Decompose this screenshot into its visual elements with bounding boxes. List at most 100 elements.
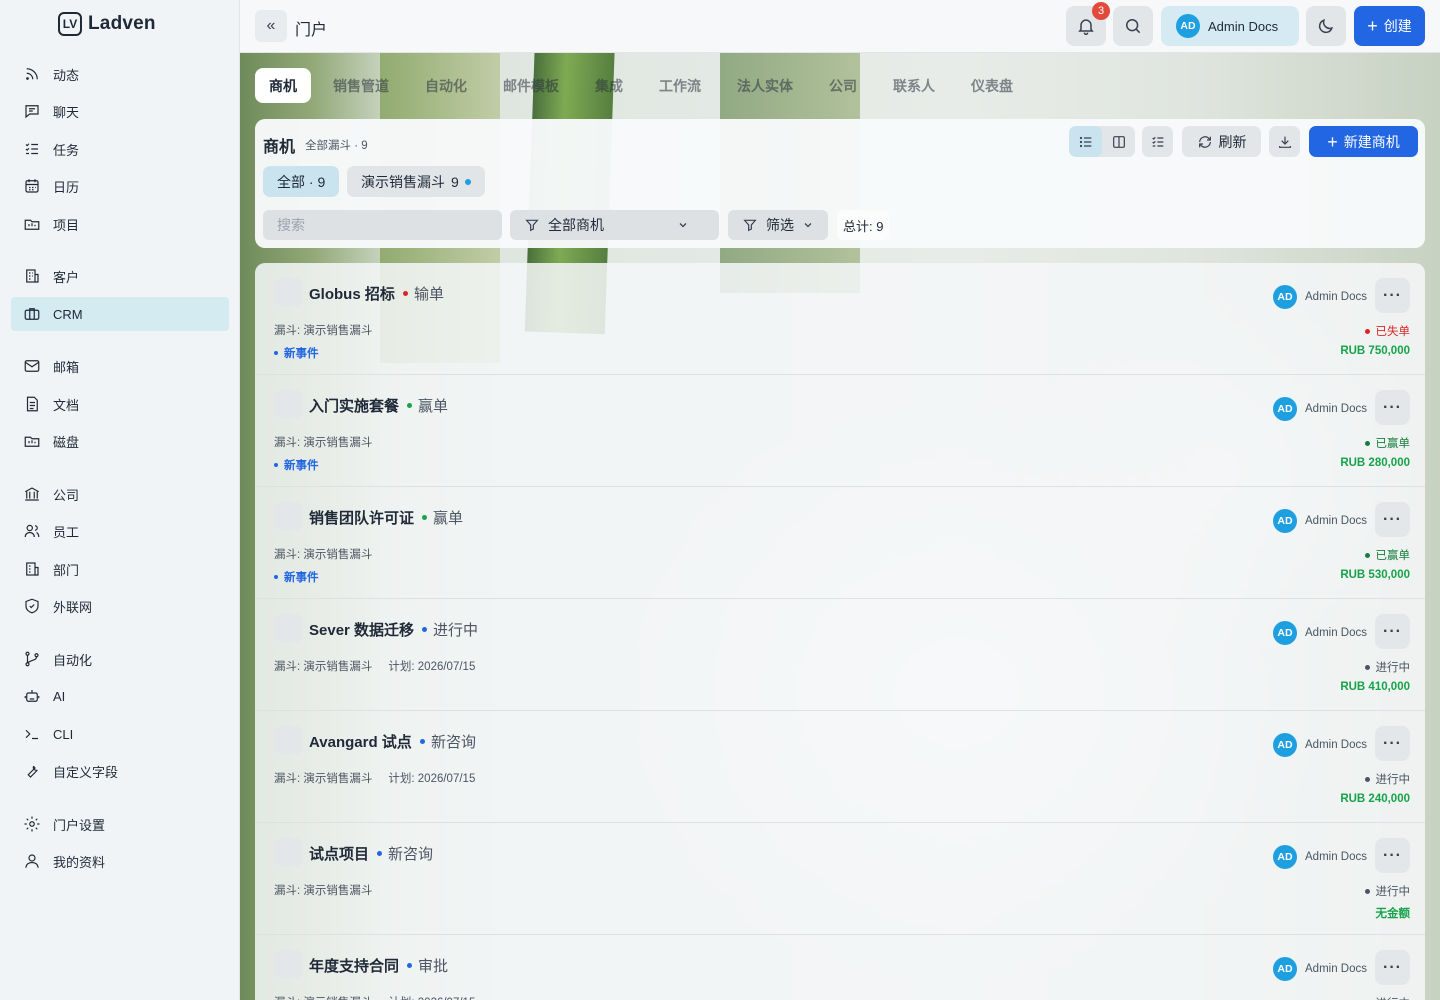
- deal-owner[interactable]: AD Admin Docs: [1273, 509, 1367, 533]
- tab-4[interactable]: 集成: [581, 68, 637, 103]
- deal-more-button[interactable]: ···: [1375, 502, 1410, 537]
- deal-owner[interactable]: AD Admin Docs: [1273, 621, 1367, 645]
- sidebar-item-label: 日历: [53, 179, 80, 195]
- tab-3[interactable]: 邮件模板: [489, 68, 573, 103]
- logo-mark-icon: LV: [58, 12, 82, 36]
- sidebar-item-7[interactable]: 邮箱: [11, 349, 229, 383]
- sidebar-item-19[interactable]: 我的资料: [11, 844, 229, 878]
- stage-dot-icon: [407, 403, 412, 408]
- sidebar-item-0[interactable]: 动态: [11, 57, 229, 91]
- new-deal-button[interactable]: + 新建商机: [1309, 126, 1418, 157]
- list-view-button[interactable]: [1069, 126, 1102, 157]
- tab-5[interactable]: 工作流: [645, 68, 715, 103]
- sidebar-item-14[interactable]: 自动化: [11, 642, 229, 676]
- deal-more-button[interactable]: ···: [1375, 726, 1410, 761]
- tab-2[interactable]: 自动化: [411, 68, 481, 103]
- deal-owner[interactable]: AD Admin Docs: [1273, 733, 1367, 757]
- notifications-button[interactable]: 3: [1066, 2, 1110, 46]
- sidebar-item-6[interactable]: CRM: [11, 297, 229, 331]
- sidebar-item-2[interactable]: 任务: [11, 132, 229, 166]
- filter-button[interactable]: 筛选: [728, 210, 828, 240]
- deal-stage: 输单: [403, 283, 444, 304]
- theme-toggle-button[interactable]: [1306, 6, 1346, 46]
- deal-row[interactable]: 销售团队许可证 赢单 漏斗: 演示销售漏斗 新事件 AD Admin Docs ··· 已赢单…: [255, 487, 1425, 599]
- deal-owner-name: Admin Docs: [1305, 403, 1367, 415]
- sidebar-item-3[interactable]: 日历: [11, 169, 229, 203]
- user-menu-button[interactable]: AD Admin Docs: [1161, 6, 1299, 46]
- deal-event-label: 新事件: [284, 348, 319, 360]
- refresh-button[interactable]: 刷新: [1182, 126, 1261, 157]
- deal-owner[interactable]: AD Admin Docs: [1273, 397, 1367, 421]
- filter-chip-funnel[interactable]: 演示销售漏斗 9: [347, 166, 485, 197]
- deal-funnel: 漏斗: 演示销售漏斗: [274, 661, 373, 673]
- deal-scope-select[interactable]: 全部商机: [510, 210, 719, 240]
- deal-title: 销售团队许可证: [309, 510, 415, 527]
- sidebar-item-18[interactable]: 门户设置: [11, 807, 229, 841]
- deal-checkbox[interactable]: [274, 726, 302, 754]
- deal-row[interactable]: 入门实施套餐 赢单 漏斗: 演示销售漏斗 新事件 AD Admin Docs ··· 已赢单 R…: [255, 375, 1425, 487]
- deal-status: 已失单: [1364, 323, 1410, 339]
- deal-stage: 新咨询: [420, 731, 476, 752]
- sidebar-item-10[interactable]: 公司: [11, 477, 229, 511]
- sidebar-item-5[interactable]: 客户: [11, 259, 229, 293]
- sidebar-item-12[interactable]: 部门: [11, 552, 229, 586]
- kanban-view-button[interactable]: [1102, 126, 1135, 157]
- sidebar-item-4[interactable]: 项目: [11, 207, 229, 241]
- bulk-select-button[interactable]: [1142, 126, 1173, 157]
- deal-meta: 漏斗: 演示销售漏斗 计划: 2026/07/15: [274, 994, 475, 1000]
- deal-row[interactable]: Avangard 试点 新咨询 漏斗: 演示销售漏斗 计划: 2026/07/15 AD…: [255, 711, 1425, 823]
- deal-checkbox[interactable]: [274, 502, 302, 530]
- sidebar-item-1[interactable]: 聊天: [11, 94, 229, 128]
- deal-checkbox[interactable]: [274, 614, 302, 642]
- deal-owner[interactable]: AD Admin Docs: [1273, 285, 1367, 309]
- sidebar-item-16[interactable]: CLI: [11, 717, 229, 751]
- deal-more-button[interactable]: ···: [1375, 950, 1410, 985]
- sidebar-item-9[interactable]: 磁盘: [11, 424, 229, 458]
- tab-9[interactable]: 仪表盘: [957, 68, 1027, 103]
- deal-row[interactable]: 年度支持合同 审批漏斗: 演示销售漏斗 计划: 2026/07/15 AD Admin …: [255, 935, 1425, 1000]
- sidebar-item-11[interactable]: 员工: [11, 514, 229, 548]
- deal-checkbox[interactable]: [274, 390, 302, 418]
- search-button[interactable]: [1113, 6, 1153, 46]
- export-button[interactable]: [1269, 126, 1300, 157]
- wrench-icon: [27, 765, 38, 778]
- collapse-sidebar-button[interactable]: «: [255, 10, 287, 42]
- tab-0[interactable]: 商机: [255, 68, 311, 103]
- deal-checkbox[interactable]: [274, 838, 302, 866]
- deal-amount: RUB 410,000: [1340, 681, 1410, 693]
- deal-checkbox[interactable]: [274, 950, 302, 978]
- filter-chip-all[interactable]: 全部 · 9: [263, 166, 340, 197]
- sidebar-item-label: 项目: [53, 217, 80, 233]
- deal-checkbox[interactable]: [274, 278, 302, 306]
- stage-dot-icon: [420, 739, 425, 744]
- sidebar-item-15[interactable]: AI: [11, 679, 229, 713]
- sidebar-item-13[interactable]: 外联网: [11, 589, 229, 623]
- sidebar-item-label: 任务: [53, 142, 80, 158]
- deal-status-label: 已赢单: [1375, 550, 1411, 562]
- deal-row[interactable]: 试点项目 新咨询 漏斗: 演示销售漏斗 AD Admin Docs ··· 进行中 无金额: [255, 823, 1425, 935]
- sidebar-item-17[interactable]: 自定义字段: [11, 754, 229, 788]
- tab-6[interactable]: 法人实体: [723, 68, 807, 103]
- folder-icon: [24, 219, 40, 230]
- tab-7[interactable]: 公司: [815, 68, 871, 103]
- deal-owner[interactable]: AD Admin Docs: [1273, 845, 1367, 869]
- sidebar-item-8[interactable]: 文档: [11, 387, 229, 421]
- deal-more-button[interactable]: ···: [1375, 390, 1410, 425]
- tab-1[interactable]: 销售管道: [319, 68, 403, 103]
- deal-status-label: 进行中: [1375, 662, 1411, 674]
- deal-event-tag[interactable]: 新事件: [274, 457, 319, 473]
- deal-row[interactable]: Sever 数据迁移 进行中 漏斗: 演示销售漏斗 计划: 2026/07/15 AD A…: [255, 599, 1425, 711]
- deal-more-button[interactable]: ···: [1375, 614, 1410, 649]
- tab-8[interactable]: 联系人: [879, 68, 949, 103]
- deal-owner[interactable]: AD Admin Docs: [1273, 957, 1367, 981]
- deal-more-button[interactable]: ···: [1375, 838, 1410, 873]
- deal-event-tag[interactable]: 新事件: [274, 569, 319, 585]
- search-input[interactable]: [263, 210, 502, 240]
- deal-more-button[interactable]: ···: [1375, 278, 1410, 313]
- deal-row[interactable]: Globus 招标 输单 漏斗: 演示销售漏斗 新事件 AD Admin Docs ··· 已…: [255, 263, 1425, 375]
- deal-event-label: 新事件: [284, 460, 319, 472]
- sidebar-item-label: 员工: [53, 524, 80, 540]
- create-button[interactable]: + 创建: [1354, 6, 1425, 46]
- deal-event-tag[interactable]: 新事件: [274, 345, 319, 361]
- app-logo[interactable]: LV Ladven: [58, 12, 156, 36]
